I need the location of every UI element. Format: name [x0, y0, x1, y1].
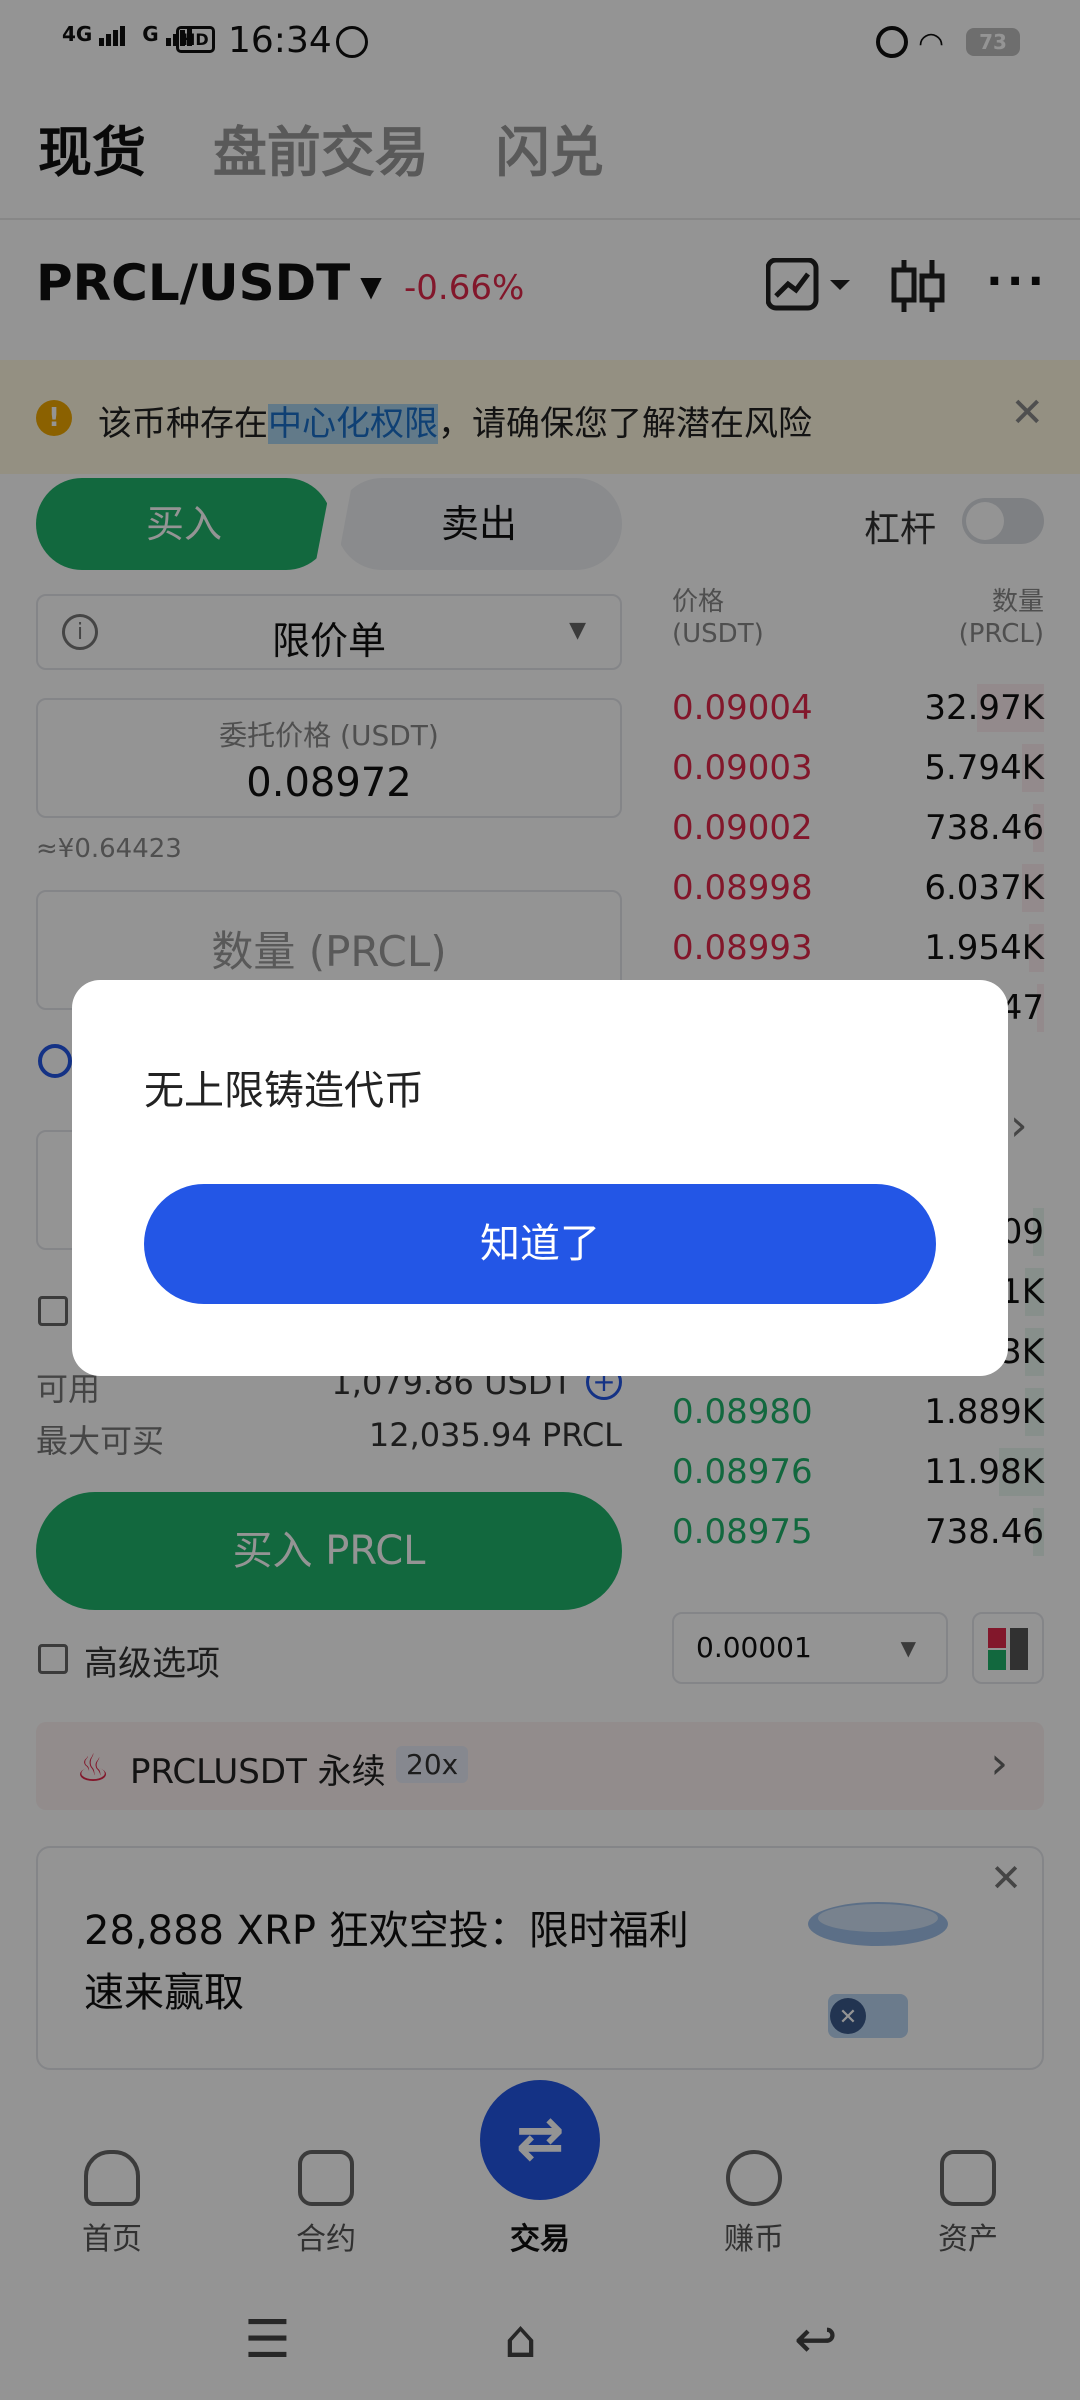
alert-dialog: 无上限铸造代币 知道了 [72, 980, 1008, 1376]
screen-root: { "status_bar": { "network_1": "4G", "ne… [0, 0, 1080, 2400]
dialog-message: 无上限铸造代币 [144, 1068, 424, 1114]
confirm-button[interactable]: 知道了 [144, 1184, 936, 1304]
